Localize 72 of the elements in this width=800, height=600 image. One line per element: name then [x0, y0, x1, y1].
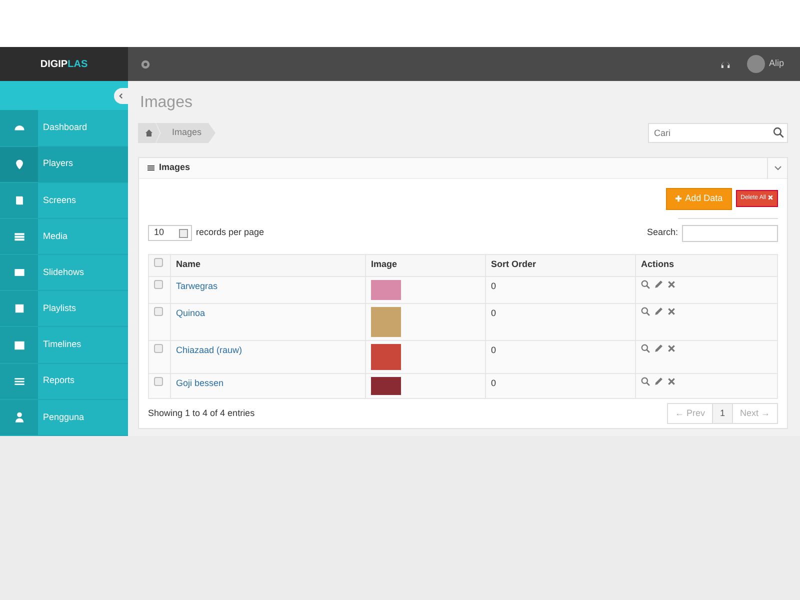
- search-icon: [773, 127, 784, 138]
- sidebar-item[interactable]: Timelines: [0, 327, 128, 364]
- page-link[interactable]: 1: [712, 404, 732, 423]
- row-checkbox[interactable]: [154, 280, 163, 288]
- pencil-icon: [654, 376, 663, 386]
- delete-icon: [667, 376, 676, 386]
- sidebar-item[interactable]: Media: [0, 218, 128, 256]
- pencil-icon: [654, 306, 663, 316]
- menu-icon: [147, 164, 155, 172]
- sidebar-item[interactable]: Slidehows: [0, 255, 128, 292]
- table-cell: 0: [491, 280, 496, 290]
- list-icon: [14, 376, 24, 387]
- collapse-button[interactable]: [114, 88, 128, 104]
- zoom-icon: [641, 376, 650, 386]
- zoom-icon: [641, 344, 650, 352]
- photo-placeholder: [371, 280, 401, 300]
- zoom-icon: [641, 280, 650, 288]
- name-link[interactable]: Tarwegras: [176, 280, 218, 290]
- sidebar-item[interactable]: Reports: [0, 364, 128, 400]
- pin-icon: [14, 158, 24, 170]
- select-all-checkbox[interactable]: [154, 258, 163, 268]
- photo-placeholder: [371, 344, 401, 370]
- row-checkbox[interactable]: [154, 376, 163, 386]
- panel-title: Images: [159, 161, 190, 174]
- name-link[interactable]: Chiazaad (rauw): [176, 344, 242, 354]
- table-info: Showing 1 to 4 of 4 entries: [148, 406, 255, 420]
- pencil-icon: [654, 280, 663, 288]
- row-checkbox[interactable]: [154, 306, 163, 316]
- sidebar-item[interactable]: Screens: [0, 182, 128, 219]
- column-header[interactable]: Name: [170, 254, 366, 276]
- delete-icon: [667, 306, 676, 316]
- search-label: Search:: [646, 226, 678, 240]
- user-icon: [14, 412, 24, 423]
- sidebar-item[interactable]: Pengguna: [0, 400, 128, 436]
- column-header[interactable]: Image: [366, 254, 486, 276]
- chevron-left-icon: [118, 92, 124, 99]
- home-icon: [145, 129, 153, 137]
- records-per-page-label: records per page: [196, 226, 264, 240]
- delete-icon: [667, 344, 676, 352]
- logo-text: DIGIP: [40, 58, 68, 72]
- name-link[interactable]: Goji bessen: [176, 378, 224, 388]
- add-data-button[interactable]: Add Data: [666, 188, 732, 210]
- breadcrumb-item[interactable]: Images: [156, 123, 216, 143]
- table-cell: 0: [491, 308, 496, 318]
- table-cell: 0: [491, 378, 496, 388]
- sidebar-item[interactable]: Players: [0, 146, 128, 183]
- photo-placeholder: [371, 376, 401, 394]
- row-checkbox[interactable]: [154, 344, 163, 352]
- user-menu[interactable]: Alip: [768, 57, 784, 71]
- plus-icon: [675, 195, 682, 202]
- zoom-icon: [641, 306, 650, 316]
- avatar[interactable]: [746, 55, 765, 73]
- delete-icon: [667, 280, 676, 288]
- pencil-icon: [654, 344, 663, 352]
- breadcrumb-home[interactable]: [138, 123, 160, 143]
- sidebar-item[interactable]: Playlists: [0, 291, 128, 328]
- name-link[interactable]: Quinoa: [176, 308, 206, 318]
- table-cell: 0: [491, 344, 496, 354]
- book-icon: [14, 194, 24, 206]
- media-icon: [14, 230, 24, 242]
- page-size-select[interactable]: 10: [148, 225, 192, 241]
- settings-icon: [140, 58, 151, 70]
- search-field[interactable]: Cari: [648, 123, 788, 143]
- logo-text: LAS: [68, 58, 88, 72]
- chevron-down-icon: [774, 164, 782, 172]
- close-icon: [768, 195, 773, 200]
- page-title: Images: [140, 93, 194, 113]
- column-header[interactable]: Sort Order: [486, 254, 636, 276]
- column-header[interactable]: Actions: [636, 254, 778, 276]
- sidebar-item[interactable]: Dashboard: [0, 110, 128, 147]
- table-search-field[interactable]: [682, 224, 778, 242]
- photo-placeholder: [371, 306, 401, 336]
